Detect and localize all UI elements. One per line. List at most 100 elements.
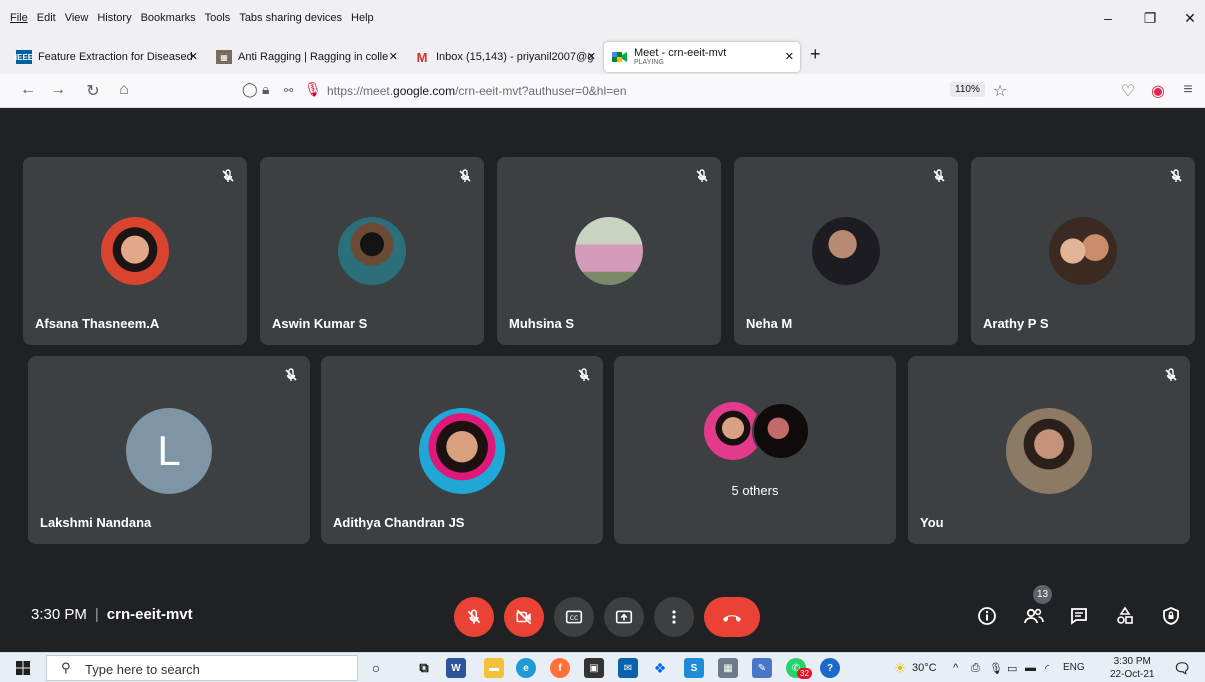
- firefox-icon[interactable]: f: [550, 658, 570, 678]
- mail-icon[interactable]: ✉: [618, 658, 638, 678]
- chat-button[interactable]: [1062, 599, 1096, 633]
- tray-chevron-icon[interactable]: ^: [953, 662, 958, 674]
- action-center-icon[interactable]: 🗨︎: [1172, 658, 1192, 678]
- participant-tile[interactable]: Adithya Chandran JS: [321, 356, 603, 544]
- reload-icon[interactable]: ↻: [83, 81, 103, 101]
- microphone-icon[interactable]: 🎙︎: [304, 81, 322, 98]
- restore-button[interactable]: ❐: [1138, 10, 1162, 27]
- participant-tile[interactable]: Neha M: [734, 157, 958, 345]
- help-icon[interactable]: ?: [820, 658, 840, 678]
- minimize-button[interactable]: –: [1096, 10, 1120, 26]
- zoom-level[interactable]: 110%: [950, 82, 985, 97]
- mic-toggle-button[interactable]: [454, 597, 494, 637]
- dropbox-icon[interactable]: ❖: [650, 658, 670, 678]
- cortana-icon[interactable]: ○: [366, 658, 386, 678]
- extension-record-icon[interactable]: ◉: [1148, 81, 1168, 101]
- menu-edit[interactable]: Edit: [37, 12, 56, 24]
- tray-display-icon[interactable]: ▭: [1007, 662, 1017, 675]
- calculator-icon[interactable]: ▦: [718, 658, 738, 678]
- forward-icon[interactable]: →: [48, 81, 68, 99]
- permissions-icon[interactable]: ⚯: [284, 84, 293, 97]
- menu-items: File Edit View History Bookmarks Tools T…: [10, 12, 374, 24]
- meet-icon: [612, 50, 628, 64]
- paint-icon[interactable]: ✎: [752, 658, 772, 678]
- clock-time: 3:30 PM: [1113, 656, 1151, 667]
- close-tab-icon[interactable]: ✕: [189, 50, 198, 63]
- edge-icon[interactable]: e: [516, 658, 536, 678]
- windows-start-icon[interactable]: [16, 661, 30, 680]
- menu-history[interactable]: History: [97, 12, 131, 24]
- meeting-info: 3:30 PM | crn-eeit-mvt: [31, 606, 193, 623]
- others-tile[interactable]: 5 others: [614, 356, 896, 544]
- tab-anti-ragging[interactable]: ▦ Anti Ragging | Ragging in colle ✕: [208, 42, 404, 72]
- hamburger-menu-icon[interactable]: ≡: [1178, 81, 1198, 99]
- participants-button[interactable]: [1017, 599, 1051, 633]
- new-tab-button[interactable]: +: [810, 44, 821, 65]
- menu-bookmarks[interactable]: Bookmarks: [141, 12, 196, 24]
- menu-tools[interactable]: Tools: [205, 12, 231, 24]
- close-tab-icon[interactable]: ✕: [389, 50, 398, 63]
- participant-name: You: [920, 515, 944, 530]
- taskbar-search-box[interactable]: ⚲ Type here to search: [46, 655, 358, 681]
- weather-temp[interactable]: 30°C: [912, 662, 937, 674]
- url-bar[interactable]: ◯ 🔒︎ ⚯ 🎙︎ https://meet.google.com/crn-ee…: [232, 77, 1022, 105]
- close-tab-icon[interactable]: ✕: [785, 50, 794, 63]
- tab-gmail[interactable]: M Inbox (15,143) - priyanil2007@g ✕: [406, 42, 602, 72]
- participant-tile[interactable]: Arathy P S: [971, 157, 1195, 345]
- meeting-time: 3:30 PM: [31, 606, 87, 623]
- lock-icon[interactable]: 🔒︎: [262, 81, 269, 98]
- captions-button[interactable]: CC: [554, 597, 594, 637]
- participant-name: Aswin Kumar S: [272, 316, 368, 331]
- file-explorer-icon[interactable]: ▬: [484, 658, 504, 678]
- host-controls-button[interactable]: [1154, 599, 1188, 633]
- weather-icon[interactable]: ☀: [890, 658, 910, 678]
- self-tile[interactable]: You: [908, 356, 1190, 544]
- close-window-button[interactable]: ✕: [1178, 10, 1202, 27]
- participant-tile[interactable]: Aswin Kumar S: [260, 157, 484, 345]
- battery-icon[interactable]: ▬: [1025, 662, 1036, 674]
- present-screen-button[interactable]: [604, 597, 644, 637]
- menu-view[interactable]: View: [65, 12, 89, 24]
- back-icon[interactable]: ←: [18, 81, 38, 99]
- pocket-icon[interactable]: ♡: [1118, 81, 1138, 101]
- college-icon: ▦: [216, 50, 232, 64]
- tray-mic-icon[interactable]: 🎙︎: [989, 662, 1003, 675]
- participant-tile[interactable]: L Lakshmi Nandana: [28, 356, 310, 544]
- avatar: [752, 402, 810, 460]
- ieee-icon: IEEE: [15, 50, 33, 64]
- home-icon[interactable]: ⌂: [114, 81, 134, 99]
- participant-tile[interactable]: Muhsina S: [497, 157, 721, 345]
- separator: |: [94, 606, 99, 623]
- participant-name: Adithya Chandran JS: [333, 515, 465, 530]
- activities-button[interactable]: [1108, 599, 1142, 633]
- leave-call-button[interactable]: [704, 597, 760, 637]
- meeting-details-button[interactable]: [970, 599, 1004, 633]
- participant-tile[interactable]: Afsana Thasneem.A: [23, 157, 247, 345]
- input-language[interactable]: ENG: [1063, 662, 1085, 673]
- bookmark-star-icon[interactable]: ☆: [990, 81, 1010, 101]
- others-count: 5 others: [731, 483, 779, 498]
- tab-meet[interactable]: Meet - crn-eeit-mvt PLAYING ✕: [604, 42, 800, 72]
- avatar: [1049, 217, 1117, 285]
- menu-help[interactable]: Help: [351, 12, 374, 24]
- task-view-icon[interactable]: ⧉: [414, 658, 434, 678]
- word-icon[interactable]: W: [446, 658, 466, 678]
- tab-ieee[interactable]: IEEE Feature Extraction for Diseased ✕: [8, 42, 204, 72]
- info-icon: [978, 607, 996, 625]
- tab-title: Feature Extraction for Diseased: [38, 51, 193, 63]
- url-text[interactable]: https://meet.google.com/crn-eeit-mvt?aut…: [327, 84, 627, 98]
- wifi-icon[interactable]: ◜: [1045, 662, 1049, 675]
- more-options-button[interactable]: [654, 597, 694, 637]
- taskbar-clock[interactable]: 3:30 PM 22-Oct-21: [1110, 655, 1154, 681]
- app-blue-icon[interactable]: S: [684, 658, 704, 678]
- mic-off-icon: [467, 609, 481, 624]
- menu-file[interactable]: File: [10, 12, 28, 24]
- clock-date: 22-Oct-21: [1110, 669, 1155, 680]
- tray-app-icon[interactable]: ⎙: [971, 662, 980, 675]
- shield-lock-icon: [1163, 607, 1179, 625]
- camera-toggle-button[interactable]: [504, 597, 544, 637]
- menu-tabs-sharing[interactable]: Tabs sharing devices: [239, 12, 342, 24]
- store-icon[interactable]: ▣: [584, 658, 604, 678]
- close-tab-icon[interactable]: ✕: [587, 50, 596, 63]
- shield-icon[interactable]: ◯: [242, 81, 258, 98]
